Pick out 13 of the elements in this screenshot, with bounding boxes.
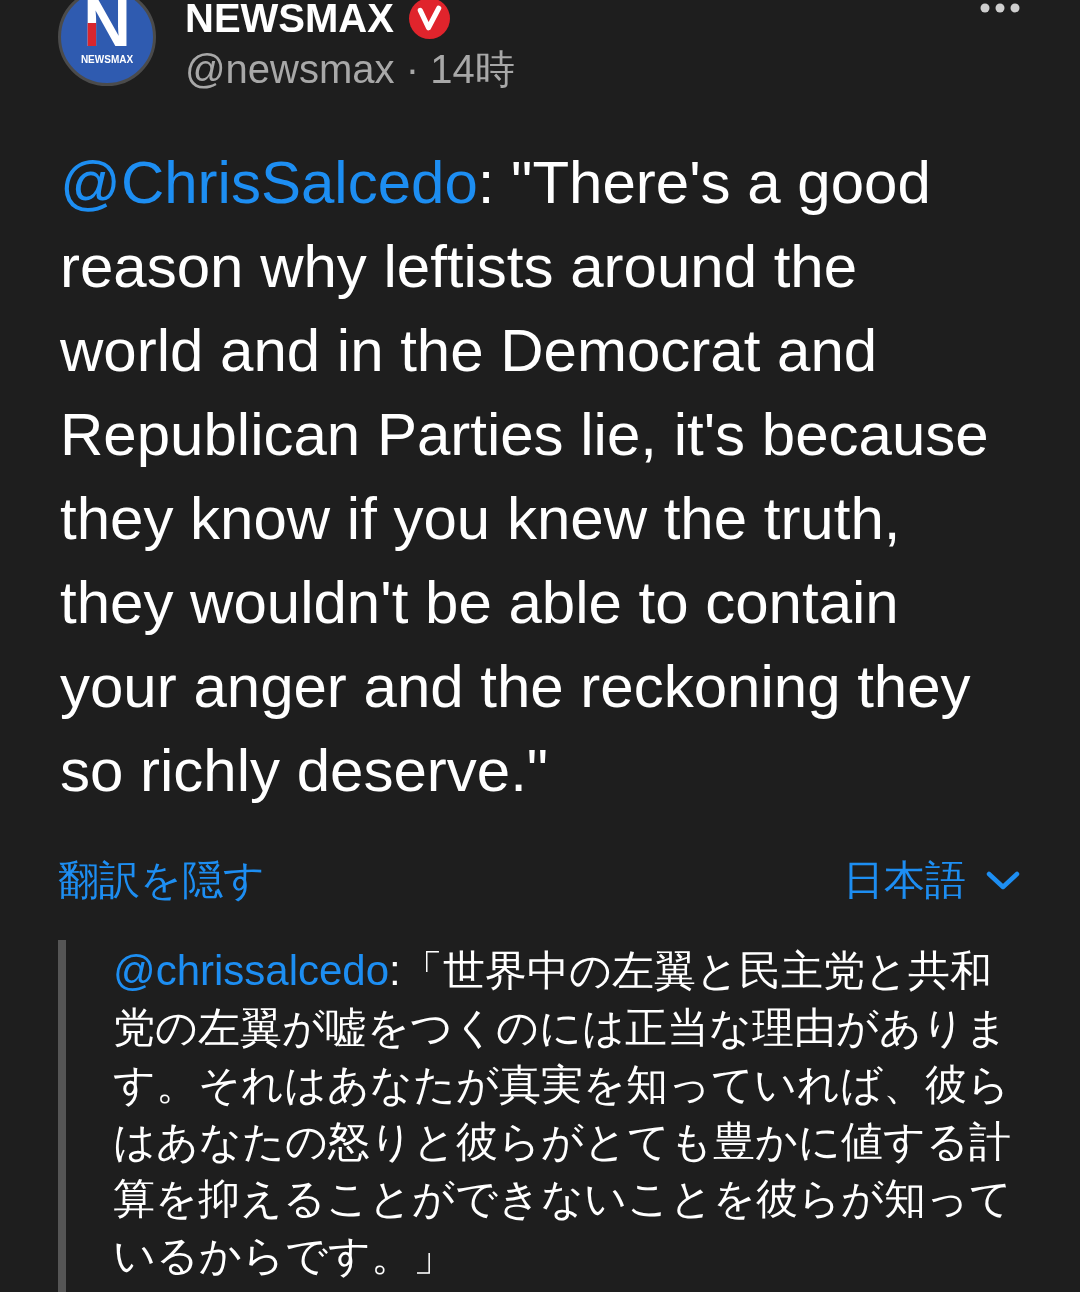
more-options-icon[interactable] xyxy=(980,3,1020,13)
chevron-down-icon xyxy=(986,870,1020,890)
separator-dot: · xyxy=(405,47,419,91)
logo-text: NEWSMAX xyxy=(79,54,135,66)
language-selector[interactable]: 日本語 xyxy=(843,855,1020,905)
translated-text: @chrissalcedo:「世界中の左翼と民主党と共和党の左翼が嘘をつくのには正当な理由があります。それはあなたが真実を知っていれば、彼らはあなたの怒りと彼らがとても豊かに値する計算を抑えることができないことを彼らが知っているからです。」 xyxy=(113,946,1013,1281)
translated-mention-link[interactable]: @chrissalcedo xyxy=(113,947,390,994)
mention-link[interactable]: @ChrisSalcedo xyxy=(60,149,478,216)
post-time: 14時 xyxy=(430,47,515,91)
hide-translation-link[interactable]: 翻訳を隠す xyxy=(58,855,265,905)
author-handle[interactable]: @newsmax xyxy=(185,47,395,91)
post-text: @ChrisSalcedo: "There's a good reason why leftists around the world and in the Democrat and Republican Parties lie, it's because they know if you knew the truth, they wouldn't be able to contain your anger and the reckoning they so richly deserve." xyxy=(59,148,990,806)
author-name[interactable]: NEWSMAX xyxy=(185,0,394,42)
